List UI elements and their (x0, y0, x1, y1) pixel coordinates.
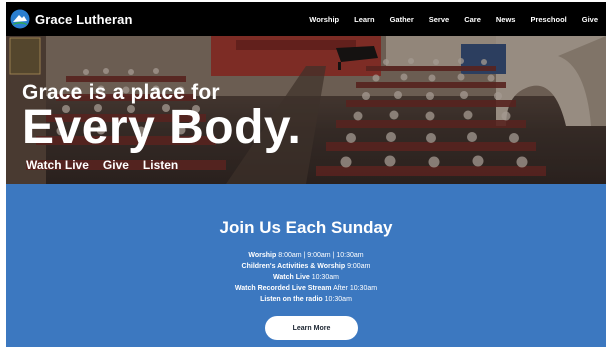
nav-serve[interactable]: Serve (429, 15, 449, 24)
schedule-value: After 10:30am (333, 285, 378, 292)
nav-worship[interactable]: Worship (309, 15, 339, 24)
nav-gather[interactable]: Gather (390, 15, 414, 24)
sunday-schedule: Worship 8:00am | 9:00am | 10:30am Childr… (6, 250, 606, 305)
schedule-row: Watch Live 10:30am (6, 272, 606, 283)
nav-learn[interactable]: Learn (354, 15, 374, 24)
schedule-label: Children's Activities & Worship (241, 263, 346, 270)
schedule-label: Worship (248, 252, 277, 259)
schedule-row: Watch Recorded Live Stream After 10:30am (6, 283, 606, 294)
nav-preschool[interactable]: Preschool (530, 15, 566, 24)
schedule-label: Watch Live (273, 274, 310, 281)
nav-news[interactable]: News (496, 15, 516, 24)
main-nav: Worship Learn Gather Serve Care News Pre… (294, 2, 598, 36)
schedule-row: Children's Activities & Worship 9:00am (6, 261, 606, 272)
listen-link[interactable]: Listen (143, 158, 178, 172)
hero-headline-line2: Every Body. (22, 101, 302, 154)
sunday-section: Join Us Each Sunday Worship 8:00am | 9:0… (6, 184, 606, 347)
schedule-value: 10:30am (311, 274, 339, 281)
schedule-row: Listen on the radio 10:30am (6, 294, 606, 305)
give-link[interactable]: Give (103, 158, 129, 172)
sunday-title: Join Us Each Sunday (219, 218, 393, 237)
hero-headline: Grace is a place for Every Body. (22, 82, 301, 152)
nav-care[interactable]: Care (464, 15, 481, 24)
hero-banner: Grace is a place for Every Body. Watch L… (6, 36, 606, 184)
brand-link[interactable]: Grace Lutheran (10, 9, 132, 29)
schedule-row: Worship 8:00am | 9:00am | 10:30am (6, 250, 606, 261)
schedule-label: Listen on the radio (260, 296, 323, 303)
top-navigation-bar: Grace Lutheran Worship Learn Gather Serv… (6, 2, 606, 36)
watch-live-link[interactable]: Watch Live (26, 158, 89, 172)
schedule-label: Watch Recorded Live Stream (234, 285, 332, 292)
brand-name: Grace Lutheran (35, 11, 133, 27)
hero-headline-line1: Grace is a place for (22, 81, 220, 104)
grace-lutheran-logo-icon (10, 9, 30, 29)
page: Grace Lutheran Worship Learn Gather Serv… (6, 2, 606, 347)
schedule-value: 10:30am (324, 296, 352, 303)
hero-links: Watch Live Give Listen (26, 158, 192, 172)
schedule-value: 8:00am | 9:00am | 10:30am (278, 252, 364, 259)
schedule-value: 9:00am (347, 263, 371, 270)
nav-give[interactable]: Give (582, 15, 598, 24)
learn-more-button[interactable]: Learn More (265, 316, 358, 340)
